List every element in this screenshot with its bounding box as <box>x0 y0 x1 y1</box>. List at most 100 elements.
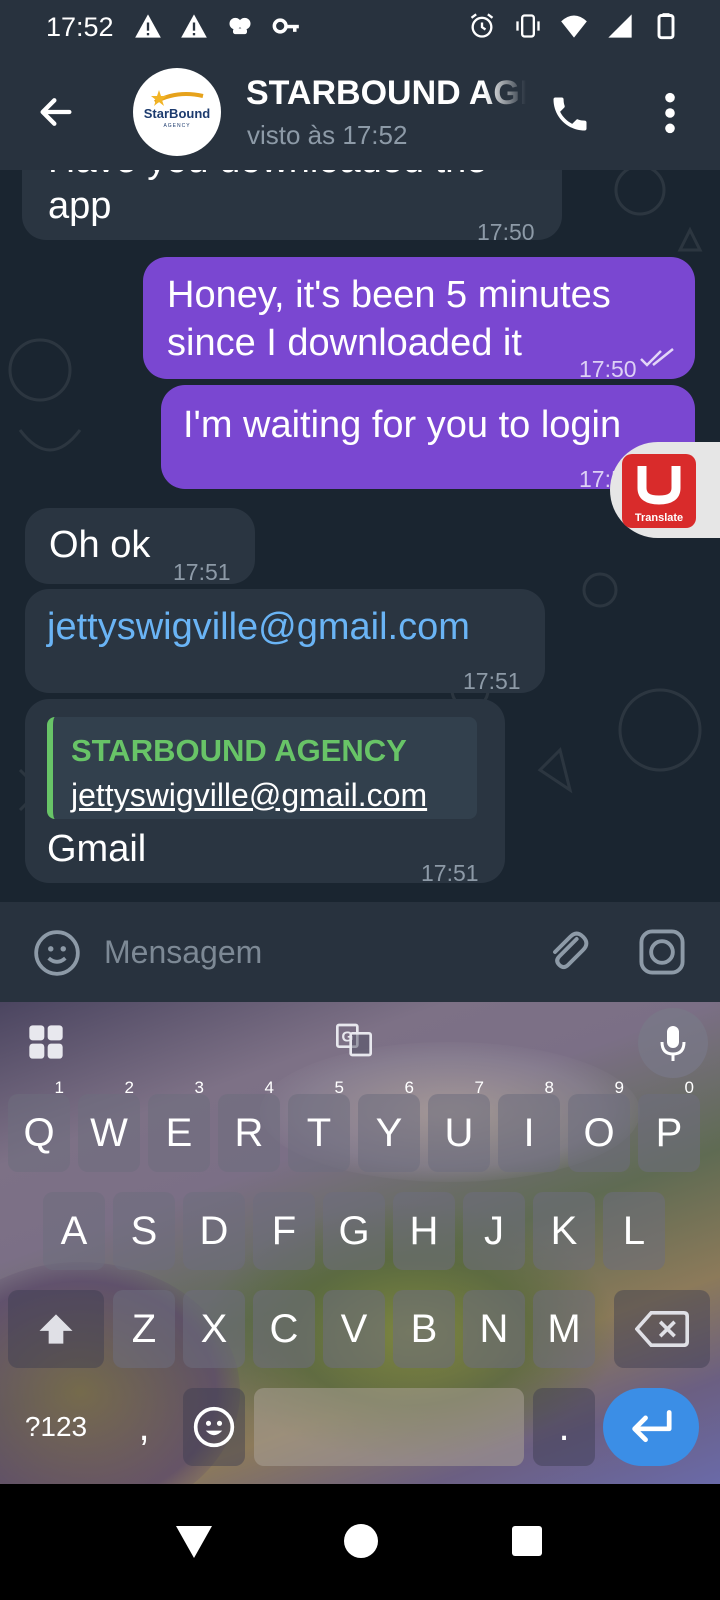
alarm-icon <box>470 13 494 38</box>
key-j[interactable]: J <box>463 1192 525 1270</box>
key-m[interactable]: M <box>533 1290 595 1368</box>
key-w[interactable]: W2 <box>78 1078 140 1172</box>
starbound-logo: StarBound AGENCY <box>144 90 211 129</box>
message-bubble-outgoing[interactable]: Honey, it's been 5 minutes since I downl… <box>143 257 695 382</box>
message-bubble-incoming[interactable]: STARBOUND AGENCY jettyswigville@gmail.co… <box>25 699 505 886</box>
u-logo-icon <box>637 466 681 505</box>
system-navigation-bar <box>0 1484 720 1600</box>
notification-icon <box>229 17 251 35</box>
symbols-key[interactable]: ?123 <box>8 1388 104 1466</box>
apps-grid-icon[interactable] <box>26 1022 66 1062</box>
message-text-line: since I downloaded it <box>167 322 522 364</box>
warning-icon <box>135 14 161 38</box>
google-translate-icon[interactable]: G <box>334 1020 374 1060</box>
message-composer <box>0 902 720 1002</box>
key-i[interactable]: I8 <box>498 1078 560 1172</box>
reply-text: jettyswigville@gmail.com <box>71 777 428 813</box>
key-h[interactable]: H <box>393 1192 455 1270</box>
key-l[interactable]: L <box>603 1192 665 1270</box>
nav-back-icon[interactable] <box>174 1524 214 1560</box>
status-left-icons <box>134 12 300 40</box>
signal-icon <box>608 14 632 38</box>
message-bubble-incoming[interactable]: Oh ok 17:51 <box>25 508 255 585</box>
key-v[interactable]: V <box>323 1290 385 1368</box>
key-f[interactable]: F <box>253 1192 315 1270</box>
message-text: I'm waiting for you to login <box>183 404 622 446</box>
email-link[interactable]: jettyswigville@gmail.com <box>47 603 470 651</box>
message-text: Gmail <box>47 828 147 870</box>
message-text-line: Honey, it's been 5 minutes <box>167 274 611 316</box>
message-bubble-incoming[interactable]: Have you downloaded the app 17:50 <box>22 170 562 245</box>
message-bubble-incoming[interactable]: jettyswigville@gmail.com 17:51 <box>25 589 545 694</box>
phone-icon[interactable] <box>548 92 592 136</box>
battery-icon <box>657 13 675 40</box>
microphone-button[interactable] <box>638 1008 708 1078</box>
back-arrow-icon[interactable] <box>36 92 76 132</box>
status-bar: 17:52 <box>0 0 720 56</box>
status-time: 17:52 <box>46 12 114 42</box>
more-options-icon[interactable] <box>656 90 684 136</box>
vibrate-icon <box>516 14 540 38</box>
message-input[interactable] <box>104 926 524 978</box>
message-time: 17:50 <box>477 219 535 245</box>
key-r[interactable]: R4 <box>218 1078 280 1172</box>
nav-recents-button[interactable] <box>512 1526 542 1556</box>
key-p[interactable]: P0 <box>638 1078 700 1172</box>
contact-avatar[interactable]: StarBound AGENCY <box>133 68 221 156</box>
keyboard-toolbar: G <box>0 1002 720 1080</box>
key-n[interactable]: N <box>463 1290 525 1368</box>
message-text: Have you downloaded the <box>48 170 487 184</box>
contact-name[interactable]: STARBOUND AGENCY <box>246 74 526 113</box>
paperclip-icon[interactable] <box>542 926 594 978</box>
svg-text:StarBound: StarBound <box>144 106 211 121</box>
translate-label: Translate <box>634 512 684 524</box>
comma-key[interactable]: , <box>113 1388 175 1466</box>
virtual-keyboard: G Q1 W2 E3 R4 T5 Y6 U7 I8 O9 P0 A S D F … <box>0 1002 720 1484</box>
key-x[interactable]: X <box>183 1290 245 1368</box>
emoji-icon[interactable] <box>32 928 82 978</box>
enter-icon <box>632 1410 672 1443</box>
shift-icon <box>39 1314 73 1344</box>
key-g[interactable]: G <box>323 1192 385 1270</box>
nav-home-button[interactable] <box>344 1524 378 1558</box>
backspace-key[interactable] <box>614 1290 710 1368</box>
shift-key[interactable] <box>8 1290 104 1368</box>
message-time: 17:51 <box>421 860 479 886</box>
chat-header: StarBound AGENCY STARBOUND AGENCY visto … <box>0 56 720 170</box>
key-z[interactable]: Z <box>113 1290 175 1368</box>
key-b[interactable]: B <box>393 1290 455 1368</box>
double-check-icon <box>640 348 674 367</box>
emoji-icon <box>193 1406 235 1448</box>
enter-key[interactable] <box>603 1388 699 1466</box>
key-u[interactable]: U7 <box>428 1078 490 1172</box>
key-e[interactable]: E3 <box>148 1078 210 1172</box>
key-icon <box>272 18 299 34</box>
last-seen-status: visto às 17:52 <box>247 120 408 150</box>
camera-icon[interactable] <box>636 926 688 978</box>
message-text: Oh ok <box>49 524 151 566</box>
period-key[interactable]: . <box>533 1388 595 1466</box>
svg-text:G: G <box>341 1029 353 1046</box>
key-k[interactable]: K <box>533 1192 595 1270</box>
message-time: 17:51 <box>463 668 521 694</box>
space-key[interactable] <box>254 1388 524 1466</box>
key-q[interactable]: Q1 <box>8 1078 70 1172</box>
backspace-icon <box>634 1311 689 1347</box>
status-right-icons <box>468 12 680 40</box>
key-c[interactable]: C <box>253 1290 315 1368</box>
warning-icon <box>181 14 207 38</box>
key-a[interactable]: A <box>43 1192 105 1270</box>
emoji-key[interactable] <box>183 1388 245 1466</box>
key-y[interactable]: Y6 <box>358 1078 420 1172</box>
key-o[interactable]: O9 <box>568 1078 630 1172</box>
reply-quote[interactable]: STARBOUND AGENCY jettyswigville@gmail.co… <box>47 717 477 819</box>
wifi-icon <box>561 15 587 38</box>
reply-author: STARBOUND AGENCY <box>71 733 407 768</box>
message-text: app <box>48 185 112 227</box>
key-t[interactable]: T5 <box>288 1078 350 1172</box>
key-s[interactable]: S <box>113 1192 175 1270</box>
translate-floating-button[interactable]: Translate <box>610 442 720 538</box>
translate-icon: Translate <box>622 454 696 528</box>
key-d[interactable]: D <box>183 1192 245 1270</box>
chat-area[interactable]: Have you downloaded the app 17:50 Honey,… <box>0 170 720 916</box>
